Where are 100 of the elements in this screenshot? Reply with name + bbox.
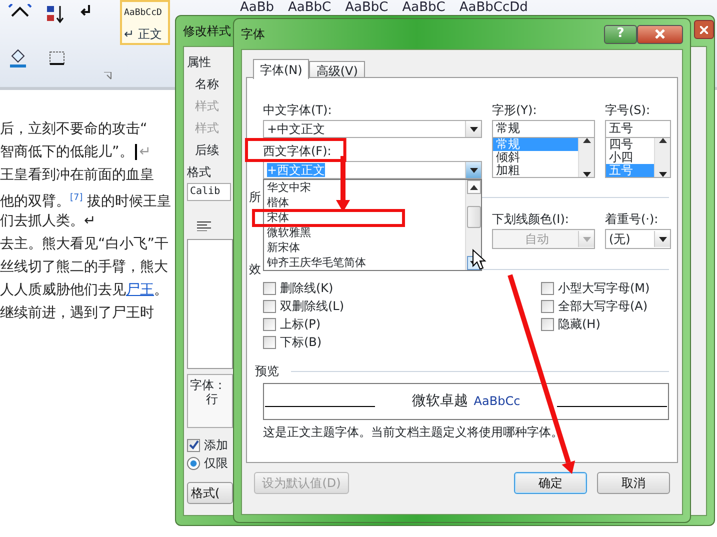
checkbox[interactable] — [187, 438, 200, 452]
list-option[interactable]: 楷体 — [267, 195, 289, 210]
dropdown-arrow-icon[interactable] — [658, 236, 666, 242]
note-text: 这是正文主题字体。当前文档主题定义将使用哪种字体。 — [263, 425, 563, 440]
document-text: 智商低下的低能儿”。 — [0, 144, 134, 160]
document-text: 他的双臂。 — [0, 194, 70, 210]
field-label: 后续 — [194, 142, 220, 159]
checkbox[interactable] — [541, 282, 554, 294]
list-option[interactable]: 钟齐王庆华毛笔简体 — [267, 255, 366, 270]
field-label: 样式 — [194, 98, 220, 115]
checkbox-label: 下标(B) — [280, 334, 322, 350]
tab[interactable]: 字体(N) — [253, 59, 310, 79]
document-text: 人人质威胁他们去见 — [0, 282, 126, 298]
style-sample[interactable]: AaBbC — [288, 0, 332, 16]
checkbox[interactable] — [263, 282, 276, 294]
dropdown[interactable]: (无) — [605, 229, 671, 249]
sort-icon[interactable] — [46, 4, 66, 24]
checkbox[interactable] — [541, 318, 554, 330]
document-text: 。 — [154, 282, 168, 298]
checkbox[interactable] — [263, 318, 276, 330]
scroll-thumb[interactable] — [466, 206, 480, 228]
section-heading: 格式 — [187, 164, 212, 181]
close-button[interactable] — [637, 24, 683, 44]
list-option[interactable]: 宋体 — [267, 210, 289, 225]
list-option[interactable]: 加粗 — [493, 164, 578, 177]
dialog-button[interactable]: 取消 — [597, 472, 670, 494]
checkbox-label: 添加 — [204, 438, 228, 452]
close-icon — [700, 26, 708, 34]
scroll-down-icon[interactable] — [582, 172, 590, 177]
dialog-button[interactable]: 确定 — [514, 472, 587, 494]
dialog-title: 修改样式 — [183, 24, 231, 38]
field-label: 着重号(·): — [605, 212, 658, 226]
dropdown-arrow-icon[interactable] — [470, 126, 478, 132]
preview-text: 微软卓越 — [412, 393, 468, 410]
font-combo[interactable]: Calib — [187, 183, 231, 201]
document-text: 们去抓人类。↵ — [0, 213, 96, 229]
list-option[interactable]: 微软雅黑 — [267, 225, 311, 240]
scroll-up-icon[interactable] — [470, 184, 478, 190]
close-icon — [655, 29, 665, 39]
style-name: ↵ 正文 — [124, 26, 163, 42]
field-label: 名称 — [194, 76, 220, 93]
list-option[interactable]: 新宋体 — [267, 240, 300, 255]
field-label: 字形(Y): — [492, 103, 537, 117]
style-sample[interactable]: AaBb — [240, 0, 274, 16]
section-heading: 属性 — [187, 54, 212, 71]
list-option[interactable]: 倾斜 — [493, 151, 578, 164]
checkbox[interactable] — [263, 300, 276, 312]
section-heading: 效 — [249, 262, 261, 276]
style-sample[interactable]: AaBbC — [402, 0, 446, 16]
field-label: 样式 — [194, 120, 220, 137]
checkbox-label: 全部大写字母(A) — [558, 298, 648, 314]
field-label: 下划线颜色(I): — [492, 212, 569, 226]
checkbox-label: 隐藏(H) — [558, 316, 600, 332]
dialog-title: 字体 — [241, 26, 265, 42]
align-left-icon[interactable] — [197, 221, 211, 231]
dropdown-list[interactable]: 华文中宋 楷体 宋体 微软雅黑 新宋体 钟齐王庆华毛笔简体 — [263, 179, 482, 271]
font-combo[interactable]: +中文正文 — [263, 120, 482, 138]
radio-label: 仅限 — [204, 456, 228, 470]
preview-text: AaBbCc — [474, 394, 520, 408]
style-sample[interactable]: AaBbC — [345, 0, 388, 16]
list-option[interactable]: 小四 — [606, 151, 654, 164]
document-text: 去主。熊大看见“白小飞”干 — [0, 236, 169, 252]
dropdown-arrow-icon[interactable] — [470, 168, 478, 172]
checkbox-label: 上标(P) — [280, 316, 321, 332]
checkbox[interactable] — [541, 300, 554, 312]
checkbox-label: 双删除线(L) — [280, 298, 344, 314]
document-text: 丝线切了熊二的手臂，熊大 — [0, 259, 168, 275]
document-text: 继续前进，遇到了尸王时 — [0, 305, 154, 321]
section-heading: 所 — [249, 190, 261, 204]
tab[interactable]: 高级(V) — [309, 61, 365, 78]
style-sample[interactable]: AaBbCcDd — [459, 0, 528, 16]
field-label: 中文字体(T): — [263, 103, 332, 117]
list-option[interactable]: 四号 — [606, 138, 654, 151]
document-text: 王皇看到冲在前面的血皇 — [0, 167, 154, 183]
dialog-launcher-icon[interactable] — [104, 72, 112, 80]
description-text: 行 — [205, 392, 219, 407]
close-button[interactable] — [694, 20, 714, 39]
paragraph-mark: ↵ — [139, 144, 151, 160]
document-text: 拔的时候王皇 — [86, 194, 172, 210]
scroll-down-icon[interactable] — [658, 172, 666, 177]
checkbox[interactable] — [263, 336, 276, 348]
checkbox-label: 小型大写字母(M) — [558, 280, 650, 296]
format-button[interactable]: 格式( — [187, 482, 233, 504]
footnote-mark[interactable]: [7] — [70, 193, 83, 203]
text-cursor — [135, 144, 138, 160]
style-gallery-item[interactable]: AaBbCcD ↵ 正文 — [120, 0, 170, 45]
radio-button[interactable] — [187, 456, 200, 470]
text-effect-icon[interactable] — [8, 4, 32, 18]
field-label: 字号(S): — [605, 103, 650, 117]
description-text: 字体： — [190, 378, 227, 392]
text-field[interactable]: 五号 — [605, 120, 671, 138]
field-label: 西文字体(F): — [263, 144, 332, 158]
style-sample: AaBbCcD — [124, 8, 163, 19]
hyperlink[interactable]: 尸王 — [126, 282, 154, 298]
checkbox-label: 删除线(K) — [280, 280, 334, 296]
text-field[interactable]: 常规 — [492, 120, 595, 138]
list-option[interactable]: 华文中宋 — [267, 180, 311, 195]
mouse-cursor-icon — [472, 249, 486, 270]
section-heading: 预览 — [255, 364, 279, 378]
document-text: 后，立刻不要命的攻击“ — [0, 121, 148, 137]
